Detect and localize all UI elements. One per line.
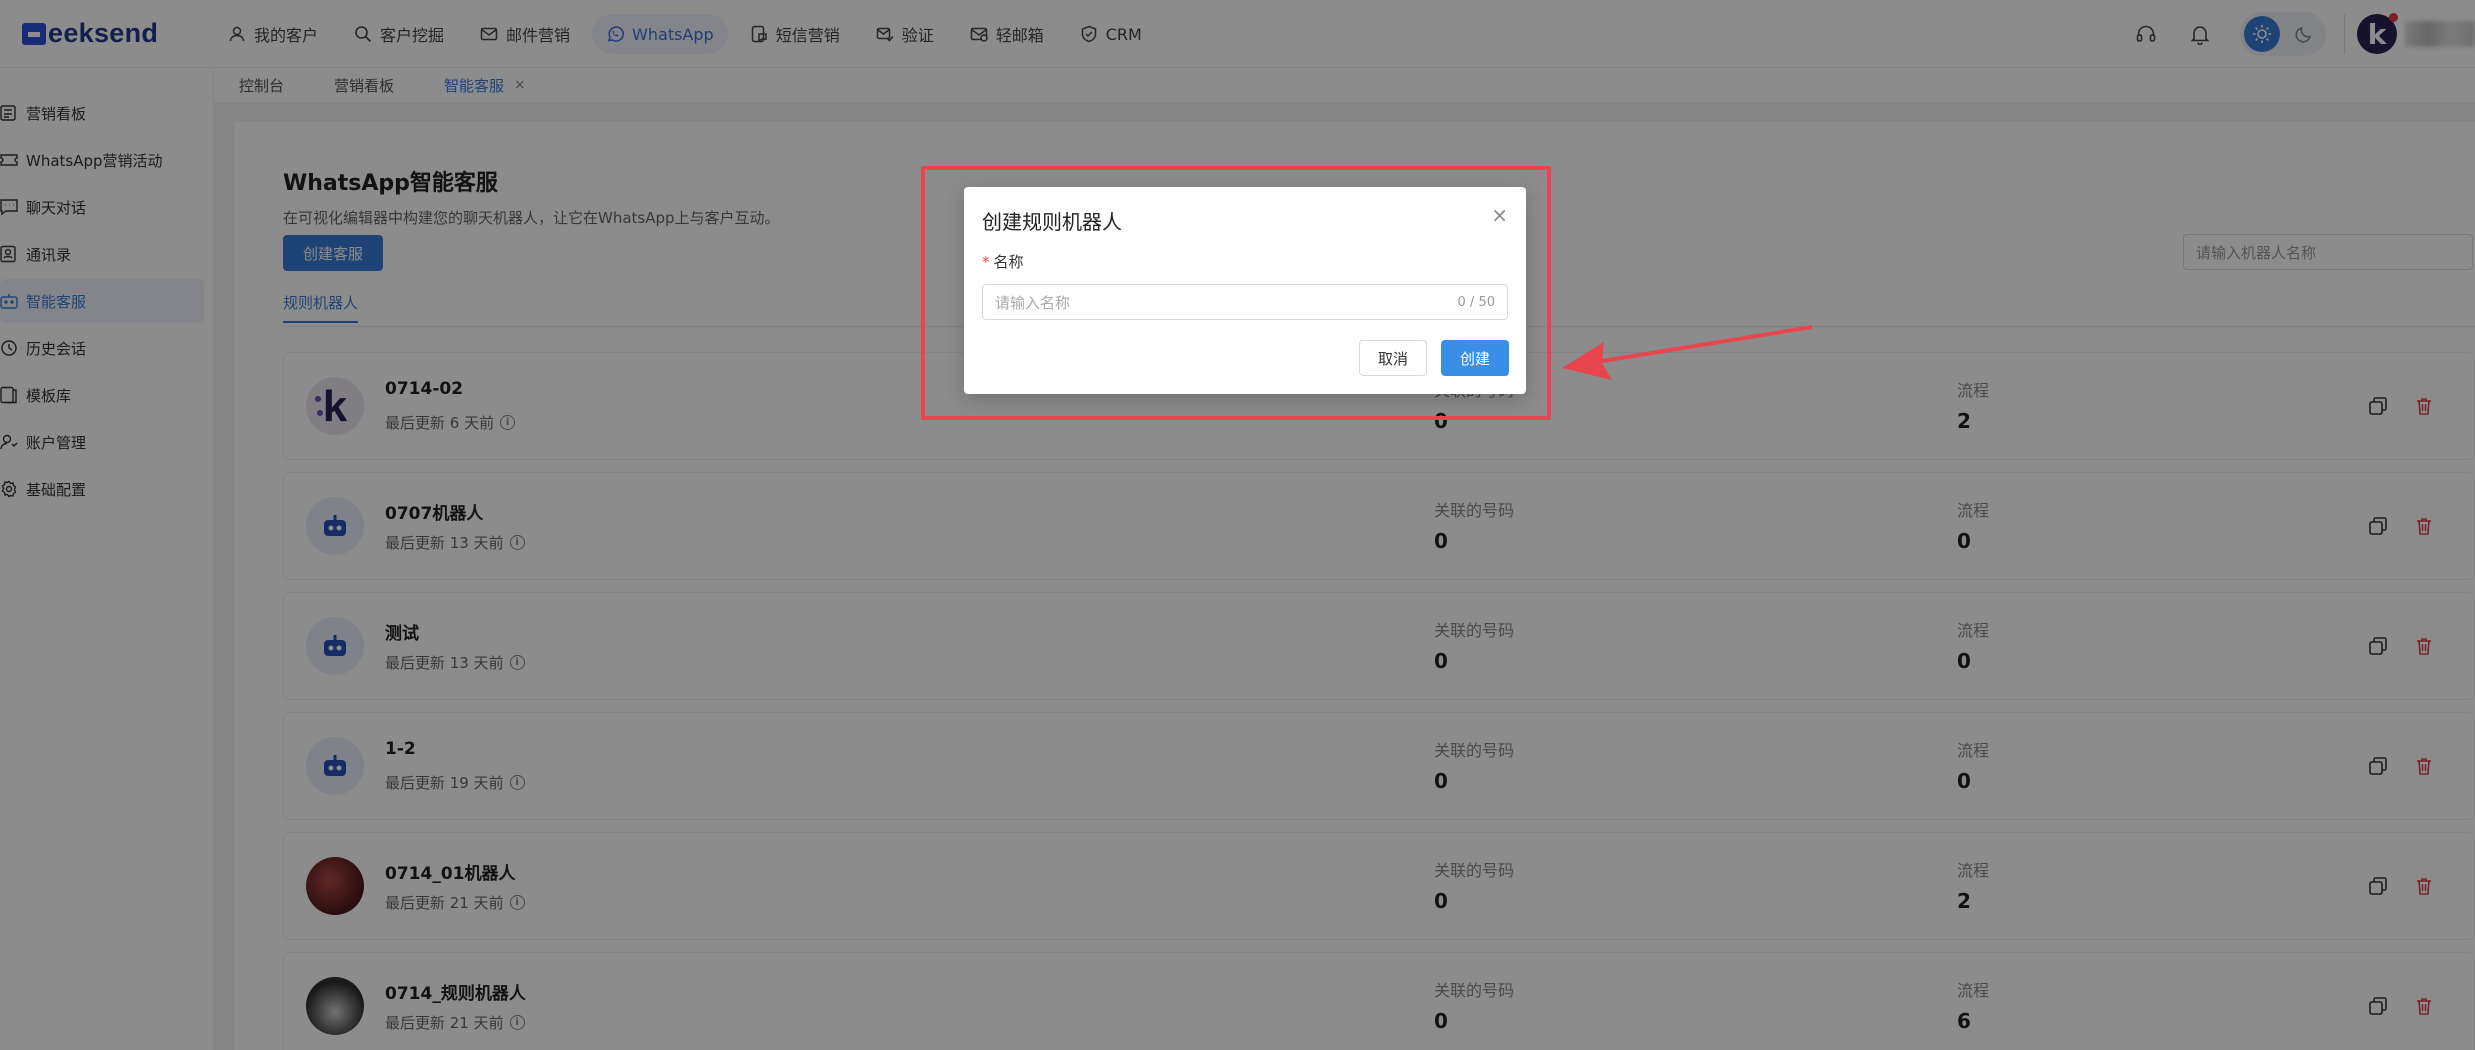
annotation-highlight-box: [921, 166, 1551, 420]
modal-mask[interactable]: [0, 0, 2475, 1050]
